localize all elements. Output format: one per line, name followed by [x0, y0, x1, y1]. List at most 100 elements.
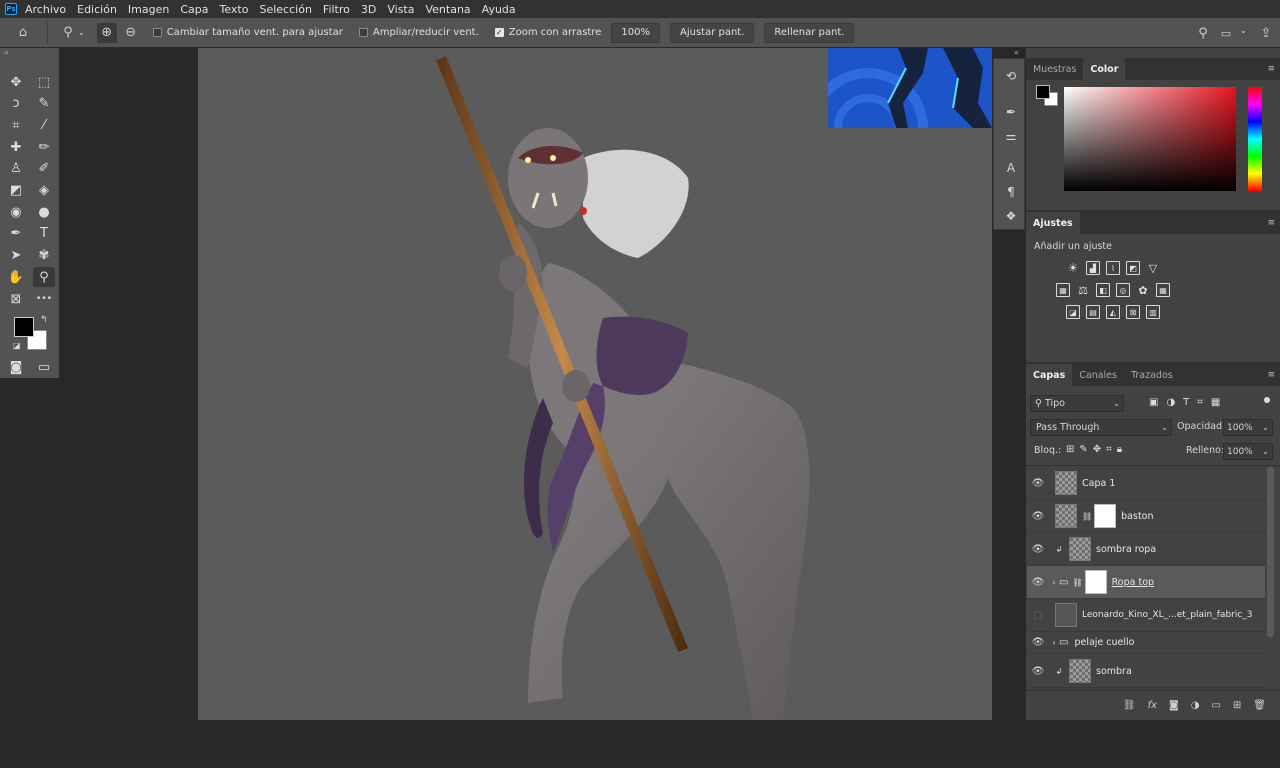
layer-name[interactable]: Capa 1	[1082, 478, 1115, 489]
hue-slider[interactable]	[1248, 87, 1262, 191]
fit-screen-button[interactable]: Ajustar pant.	[669, 22, 755, 43]
tab-ajustes[interactable]: Ajustes	[1026, 212, 1080, 234]
fx-icon[interactable]: fx	[1148, 700, 1157, 711]
layer-name[interactable]: Leonardo_Kino_XL_...et_plain_fabric_3	[1082, 610, 1253, 620]
layer-row[interactable]: 👁︎ ⛓ baston	[1027, 500, 1265, 533]
chevron-down-icon[interactable]: ⌄	[78, 28, 85, 37]
hand-tool-icon[interactable]: ✋	[5, 267, 27, 287]
layer-name[interactable]: Ropa top	[1112, 577, 1154, 588]
zoom-tool-preset-icon[interactable]: ⚲	[58, 23, 78, 43]
share-icon[interactable]: ⇪	[1256, 23, 1276, 43]
menu-imagen[interactable]: Imagen	[128, 3, 169, 16]
eye-icon[interactable]: 👁︎	[1027, 511, 1049, 522]
levels-icon[interactable]: ▟	[1086, 261, 1100, 275]
expand-panels-icon[interactable]: «	[1014, 48, 1019, 57]
path-select-tool-icon[interactable]: ➤	[5, 246, 27, 266]
resize-windows-checkbox[interactable]	[152, 28, 162, 37]
layer-row-selected[interactable]: 👁︎ › ▭ ⛓ Ropa top	[1027, 566, 1265, 599]
zoom-all-checkbox[interactable]	[358, 28, 368, 37]
fill-screen-button[interactable]: Rellenar pant.	[764, 22, 855, 43]
pen-tool-icon[interactable]: ✒	[5, 224, 27, 244]
more-tool-icons[interactable]: •••	[33, 289, 55, 309]
color-field[interactable]	[1064, 87, 1236, 191]
chevron-right-icon[interactable]: ›	[1049, 638, 1059, 647]
type-tool-icon[interactable]: T	[33, 224, 55, 244]
vibrance-icon[interactable]: ▽	[1146, 261, 1160, 275]
layer-row[interactable]: 👁︎ ↲ sombra	[1027, 655, 1265, 688]
layer-row[interactable]: 👁︎ ↲ sombra ropa	[1027, 533, 1265, 566]
default-colors-icon[interactable]: ◪	[13, 341, 21, 350]
link-layers-icon[interactable]: ⛓	[1123, 700, 1136, 711]
blur-tool-icon[interactable]: ◉	[5, 202, 27, 222]
history-brush-tool-icon[interactable]: ✐	[33, 159, 55, 179]
zoom-in-icon[interactable]: ⊕	[96, 22, 117, 43]
menu-texto[interactable]: Texto	[220, 3, 249, 16]
custom-shape-tool-icon[interactable]: ✾	[33, 246, 55, 266]
new-layer-icon[interactable]: ⊞	[1233, 700, 1241, 711]
panel-menu-icon[interactable]: ≡	[1267, 370, 1275, 380]
adjustment-layer-icon[interactable]: ◑	[1191, 700, 1200, 711]
chevron-right-icon[interactable]: ›	[1049, 578, 1059, 587]
eyedropper-tool-icon[interactable]: ⁄	[33, 115, 55, 135]
brightness-icon[interactable]: ☀	[1066, 261, 1080, 275]
layer-name[interactable]: sombra ropa	[1096, 544, 1156, 555]
quick-select-tool-icon[interactable]: ✎	[33, 94, 55, 114]
libraries-panel-icon[interactable]: ❖	[1000, 207, 1022, 225]
fill-input[interactable]: 100% ⌄	[1223, 443, 1273, 460]
menu-ventana[interactable]: Ventana	[425, 3, 470, 16]
color-balance-icon[interactable]: ⚖	[1076, 283, 1090, 297]
chain-link-icon[interactable]: ⛓	[1082, 512, 1092, 521]
quick-mask-icon[interactable]: ◙	[5, 357, 27, 377]
tab-color[interactable]: Color	[1083, 58, 1126, 80]
chain-link-icon[interactable]: ⛓	[1072, 578, 1082, 587]
eye-icon[interactable]: 👁︎	[1027, 577, 1049, 588]
tab-trazados[interactable]: Trazados	[1124, 364, 1180, 386]
brush-settings-icon[interactable]: ✒	[1000, 103, 1022, 121]
zoom-tool-icon[interactable]: ⚲	[33, 267, 55, 288]
menu-capa[interactable]: Capa	[180, 3, 208, 16]
properties-panel-icon[interactable]: ⚌	[1000, 127, 1022, 145]
menu-ayuda[interactable]: Ayuda	[482, 3, 516, 16]
search-icon[interactable]: ⚲	[1193, 23, 1213, 43]
posterize-icon[interactable]: ▤	[1086, 305, 1100, 319]
eye-icon[interactable]: 👁︎	[1027, 666, 1049, 677]
reference-image-thumbnail[interactable]	[828, 48, 992, 128]
hue-saturation-icon[interactable]: ▦	[1056, 283, 1070, 297]
collapse-icon[interactable]: «	[4, 48, 9, 57]
new-group-icon[interactable]: ▭	[1211, 700, 1220, 711]
layer-name[interactable]: pelaje cuello	[1074, 637, 1134, 648]
eraser-tool-icon[interactable]: ◩	[5, 181, 27, 201]
foreground-color-swatch-front[interactable]	[14, 317, 34, 337]
layer-name[interactable]: sombra	[1096, 666, 1132, 677]
add-mask-icon[interactable]: ◙	[1169, 700, 1179, 711]
tab-muestras[interactable]: Muestras	[1026, 58, 1083, 80]
tab-canales[interactable]: Canales	[1072, 364, 1124, 386]
foreground-color-chip[interactable]	[1036, 85, 1050, 99]
healing-brush-tool-icon[interactable]: ✚	[5, 137, 27, 157]
scrubby-zoom-option[interactable]: ✓ Zoom con arrastre	[494, 27, 601, 38]
workspace-icon[interactable]: ▭	[1216, 23, 1236, 43]
menu-3d[interactable]: 3D	[361, 3, 376, 16]
color-lookup-icon[interactable]: ▦	[1156, 283, 1170, 297]
paragraph-panel-icon[interactable]: ¶	[1000, 183, 1022, 201]
paint-bucket-tool-icon[interactable]: ◈	[33, 181, 55, 201]
eye-icon[interactable]: 👁︎	[1027, 478, 1049, 489]
crop-tool-icon[interactable]: ⌗	[5, 115, 27, 135]
eye-icon[interactable]: 👁︎	[1027, 637, 1049, 648]
layer-filter-icons[interactable]: ▣◑T⌗▦	[1149, 397, 1228, 408]
clone-stamp-tool-icon[interactable]: ♙	[5, 159, 27, 179]
layer-mask-thumbnail[interactable]	[1094, 504, 1117, 528]
home-icon[interactable]: ⌂	[13, 23, 33, 43]
gradient-map-icon[interactable]: ▥	[1146, 305, 1160, 319]
frame-tool-icon[interactable]: ⊠	[5, 289, 27, 309]
zoom-all-option[interactable]: Ampliar/reducir vent.	[358, 27, 479, 38]
black-white-icon[interactable]: ◧	[1096, 283, 1110, 297]
curves-icon[interactable]: ⌇	[1106, 261, 1120, 275]
zoom-out-icon[interactable]: ⊖	[121, 23, 141, 43]
screen-mode-icon[interactable]: ▭	[33, 357, 55, 377]
invert-icon[interactable]: ◪	[1066, 305, 1080, 319]
brush-tool-icon[interactable]: ✏	[33, 137, 55, 157]
filter-toggle-icon[interactable]	[1264, 397, 1270, 403]
eye-hidden-icon[interactable]: □	[1027, 610, 1049, 621]
layer-name[interactable]: baston	[1121, 511, 1153, 522]
